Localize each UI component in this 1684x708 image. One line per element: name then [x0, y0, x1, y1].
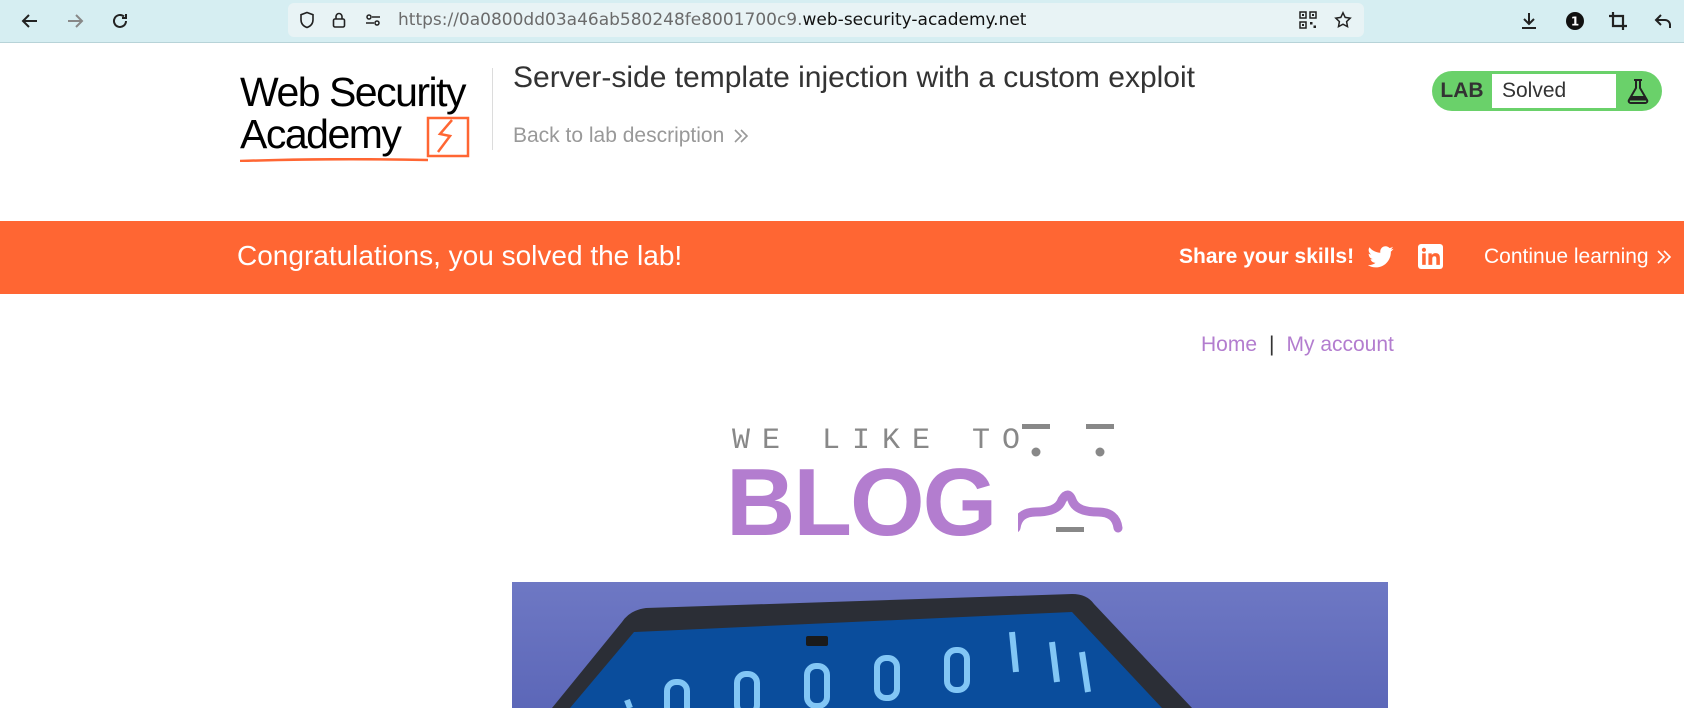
arrow-left-icon [21, 14, 37, 28]
reload-button[interactable] [105, 6, 135, 36]
url-prefix: https://0a0800dd03a46ab580248fe8001700c9… [398, 10, 803, 30]
academy-flask-mark-icon [426, 116, 470, 158]
download-icon [1522, 13, 1536, 29]
bookmark-star-icon[interactable] [1334, 11, 1352, 29]
shield-icon[interactable] [298, 11, 316, 29]
notification-badge-icon: 1 [1566, 12, 1584, 30]
forward-button[interactable] [60, 6, 90, 36]
crop-icon [1609, 12, 1627, 30]
lab-status-widget: LAB Solved [1432, 71, 1662, 111]
laptop-binary-image [552, 594, 1192, 708]
blog-hero-image [512, 582, 1388, 708]
blog-header-logo: WE LIKE TO BLOG [726, 420, 1176, 551]
web-security-academy-logo[interactable]: Web Security Academy [240, 66, 490, 162]
nav-home-link[interactable]: Home [1201, 333, 1257, 356]
back-to-lab-description-link[interactable]: Back to lab description [513, 124, 750, 148]
undo-button[interactable] [1648, 6, 1678, 36]
twitter-icon[interactable] [1368, 245, 1394, 269]
logo-underline-icon [240, 158, 428, 162]
logo-text-line2: Academy [240, 111, 402, 157]
browser-toolbar: https://0a0800dd03a46ab580248fe8001700c9… [0, 0, 1684, 43]
back-button[interactable] [15, 6, 45, 36]
lab-title: Server-side template injection with a cu… [513, 61, 1195, 94]
blog-top-nav: Home | My account [1201, 333, 1394, 357]
url-domain: web-security-academy.net [802, 10, 1027, 30]
logo-text-line1: Web Security [240, 69, 467, 115]
curly-brace-face-icon [1018, 424, 1123, 533]
share-skills-label: Share your skills! [1179, 245, 1355, 268]
notification-count: 1 [1571, 15, 1579, 29]
header-divider [492, 68, 493, 150]
nav-my-account-link[interactable]: My account [1287, 333, 1394, 356]
extension-badge-button[interactable]: 1 [1560, 6, 1590, 36]
flask-icon [1627, 79, 1649, 104]
downloads-button[interactable] [1514, 6, 1544, 36]
site-settings-icon[interactable] [364, 11, 382, 29]
arrow-right-icon [68, 14, 84, 28]
crop-button[interactable] [1603, 6, 1633, 36]
back-link-label: Back to lab description [513, 124, 725, 147]
nav-separator: | [1269, 333, 1275, 356]
blog-header-big-text: BLOG [726, 449, 997, 556]
address-bar[interactable]: https://0a0800dd03a46ab580248fe8001700c9… [288, 3, 1364, 37]
linkedin-icon[interactable] [1418, 244, 1443, 269]
double-chevron-right-icon [1657, 250, 1671, 264]
double-chevron-right-icon [734, 129, 749, 143]
url-text[interactable]: https://0a0800dd03a46ab580248fe8001700c9… [398, 10, 1026, 30]
continue-learning-label: Continue learning [1484, 245, 1649, 268]
lab-badge-label: LAB [1440, 79, 1484, 102]
continue-learning-link[interactable]: Continue learning [1484, 245, 1673, 269]
undo-arrow-icon [1654, 14, 1671, 28]
congratulations-message: Congratulations, you solved the lab! [237, 240, 683, 271]
lab-status-text: Solved [1492, 74, 1616, 108]
qr-code-icon[interactable] [1299, 11, 1317, 29]
reload-icon [113, 13, 127, 28]
lock-icon[interactable] [330, 11, 348, 29]
lab-solved-banner: Congratulations, you solved the lab! Sha… [0, 221, 1684, 294]
